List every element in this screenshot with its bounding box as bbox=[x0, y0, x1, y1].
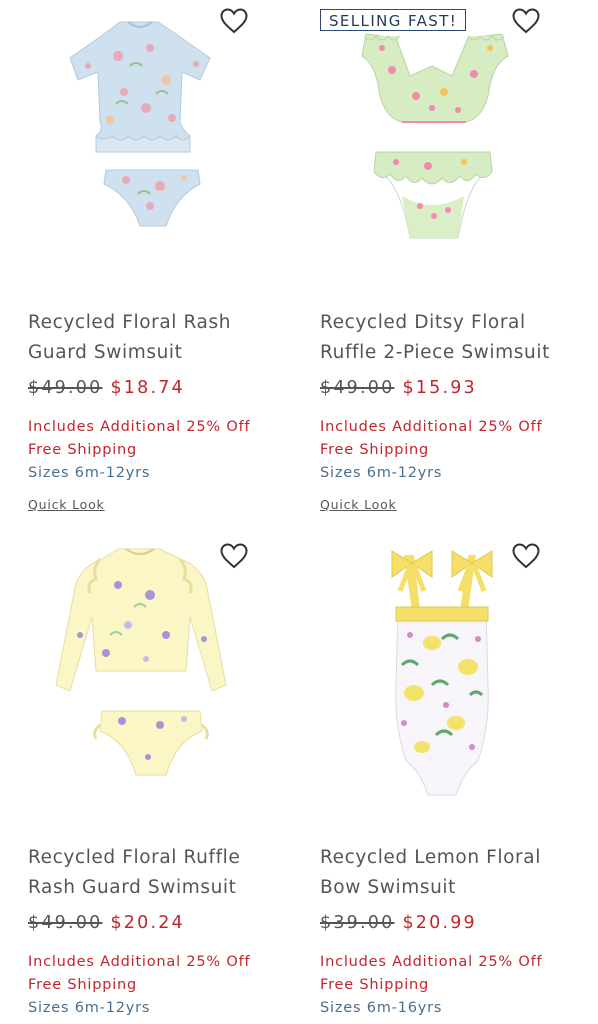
price-row: $49.00 $20.24 bbox=[28, 913, 185, 933]
product-image bbox=[361, 33, 509, 239]
product-card: SELLING FAST! Recycled Ditsy Floral Ruff… bbox=[292, 0, 570, 512]
original-price: $39.00 bbox=[320, 913, 395, 933]
product-card: Recycled Lemon Floral Bow Swimsuit $39.0… bbox=[292, 535, 570, 1016]
original-price: $49.00 bbox=[28, 913, 103, 933]
product-image bbox=[55, 548, 227, 776]
price-row: $39.00 $20.99 bbox=[320, 913, 477, 933]
promo-discount: Includes Additional 25% Off bbox=[320, 419, 543, 435]
sale-price: $20.24 bbox=[110, 913, 185, 933]
sale-price: $18.74 bbox=[110, 378, 185, 398]
size-range: Sizes 6m-12yrs bbox=[320, 465, 443, 481]
product-image-link[interactable] bbox=[0, 535, 278, 805]
product-title[interactable]: Recycled Lemon Floral Bow Swimsuit bbox=[320, 843, 570, 903]
promo-discount: Includes Additional 25% Off bbox=[28, 954, 251, 970]
product-image-link[interactable] bbox=[0, 0, 278, 270]
size-range: Sizes 6m-12yrs bbox=[28, 1000, 151, 1016]
product-title[interactable]: Recycled Floral Rash Guard Swimsuit bbox=[28, 308, 278, 368]
original-price: $49.00 bbox=[320, 378, 395, 398]
product-title[interactable]: Recycled Floral Ruffle Rash Guard Swimsu… bbox=[28, 843, 278, 903]
product-grid: Recycled Floral Rash Guard Swimsuit $49.… bbox=[0, 0, 598, 1024]
product-image bbox=[69, 21, 211, 227]
promo-shipping: Free Shipping bbox=[28, 442, 138, 458]
product-card: Recycled Floral Rash Guard Swimsuit $49.… bbox=[0, 0, 278, 512]
sale-price: $20.99 bbox=[402, 913, 477, 933]
product-title[interactable]: Recycled Ditsy Floral Ruffle 2-Piece Swi… bbox=[320, 308, 570, 368]
wishlist-heart-icon[interactable] bbox=[220, 8, 248, 34]
sale-price: $15.93 bbox=[402, 378, 477, 398]
size-range: Sizes 6m-16yrs bbox=[320, 1000, 443, 1016]
promo-discount: Includes Additional 25% Off bbox=[28, 419, 251, 435]
promo-shipping: Free Shipping bbox=[320, 977, 430, 993]
quick-look-link[interactable]: Quick Look bbox=[28, 497, 105, 512]
price-row: $49.00 $15.93 bbox=[320, 378, 477, 398]
promo-discount: Includes Additional 25% Off bbox=[320, 954, 543, 970]
wishlist-heart-icon[interactable] bbox=[220, 543, 248, 569]
size-range: Sizes 6m-12yrs bbox=[28, 465, 151, 481]
product-card: Recycled Floral Ruffle Rash Guard Swimsu… bbox=[0, 535, 278, 1016]
promo-shipping: Free Shipping bbox=[28, 977, 138, 993]
original-price: $49.00 bbox=[28, 378, 103, 398]
product-image-link[interactable] bbox=[292, 535, 570, 805]
quick-look-link[interactable]: Quick Look bbox=[320, 497, 397, 512]
wishlist-heart-icon[interactable] bbox=[512, 8, 540, 34]
promo-shipping: Free Shipping bbox=[320, 442, 430, 458]
product-image-link[interactable]: SELLING FAST! bbox=[292, 0, 570, 270]
price-row: $49.00 $18.74 bbox=[28, 378, 185, 398]
wishlist-heart-icon[interactable] bbox=[512, 543, 540, 569]
selling-fast-badge: SELLING FAST! bbox=[320, 9, 467, 31]
product-image bbox=[391, 550, 493, 796]
